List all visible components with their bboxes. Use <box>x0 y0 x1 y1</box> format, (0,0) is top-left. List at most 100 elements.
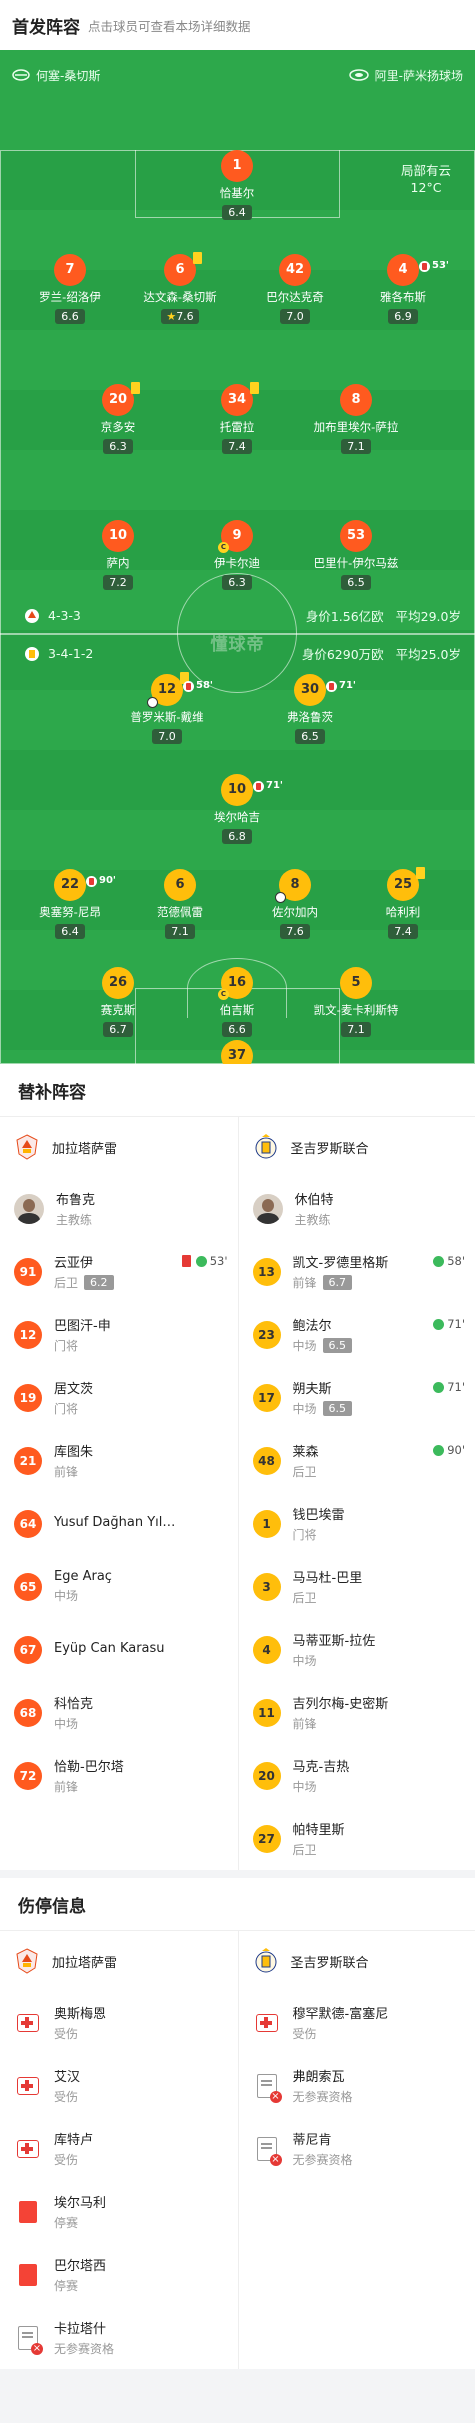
player-marker[interactable]: 6 达文森-桑切斯 ★7.6 <box>132 252 228 324</box>
sub-player-position: 前锋 <box>292 1717 317 1731</box>
sub-player-info: 马蒂亚斯-拉佐 中场 <box>293 1630 376 1669</box>
player-rating: ★7.6 <box>161 309 199 324</box>
player-number: 27 <box>252 1824 281 1853</box>
captain-icon: C <box>218 542 229 553</box>
sub-player-row[interactable]: 13 凯文-罗德里格斯 前锋 6.7 58' <box>239 1240 475 1303</box>
injury-type-icon <box>14 2324 43 2355</box>
subs-title: 替补阵容 <box>18 1082 86 1103</box>
sub-player-info: 科恰克 中场 <box>54 1693 93 1732</box>
player-marker[interactable]: 20 京多安 6.3 <box>70 382 166 454</box>
sub-player-row[interactable]: 12 巴图汗-申 门将 <box>0 1303 238 1366</box>
ineligible-doc-icon <box>256 2073 282 2103</box>
sub-player-name: 鲍法尔 <box>292 1319 332 1334</box>
sub-player-name: 科恰克 <box>54 1697 94 1712</box>
player-marker[interactable]: 10 71' 埃尔哈吉 6.8 <box>189 774 285 844</box>
sub-in-icon <box>433 1381 445 1393</box>
sub-player-name: 钱巴埃雷 <box>292 1508 345 1523</box>
injury-row[interactable]: 巴尔塔西 停赛 <box>0 2243 238 2306</box>
sub-player-name: Eyüp Can Karasu <box>54 1640 165 1656</box>
injury-status: 无参赛资格 <box>292 2153 353 2167</box>
injury-row[interactable]: 库特卢 受伤 <box>0 2117 238 2180</box>
player-name: 萨内 <box>106 556 130 570</box>
red-card-icon <box>19 2200 37 2223</box>
sub-player-meta: 门将 <box>293 1526 345 1543</box>
sub-player-row[interactable]: 23 鲍法尔 中场 6.5 71' <box>239 1303 475 1366</box>
player-marker[interactable]: 22 90' 奥塞努-尼昂 6.4 <box>22 869 118 939</box>
sub-player-row[interactable]: 48 莱森 后卫 90' <box>239 1429 475 1492</box>
sub-player-name: 马马杜-巴里 <box>292 1571 363 1586</box>
player-marker[interactable]: 8 佐尔加内 7.6 <box>247 869 343 939</box>
player-name: 达文森-桑切斯 <box>143 290 217 304</box>
sub-player-row[interactable]: 1 钱巴埃雷 门将 <box>239 1492 475 1555</box>
sub-player-row[interactable]: 27 帕特里斯 后卫 <box>239 1807 475 1870</box>
sub-player-name: 库图朱 <box>54 1445 94 1460</box>
away-coach-row[interactable]: 休伯特 主教练 <box>239 1177 475 1240</box>
player-marker[interactable]: 8 加布里埃尔-萨拉 7.1 <box>308 384 404 454</box>
injury-row[interactable]: 卡拉塔什无参赛资格 <box>0 2306 238 2369</box>
sub-player-row[interactable]: 4 马蒂亚斯-拉佐 中场 <box>239 1618 475 1681</box>
player-name: 伊卡尔迪 <box>214 556 260 570</box>
player-marker[interactable]: 42 巴尔达克奇 7.0 <box>247 254 343 324</box>
sub-player-position: 中场 <box>292 1339 317 1353</box>
player-rating-wrap: 6.4 <box>189 201 285 220</box>
player-marker[interactable]: 7 罗兰-绍洛伊 6.6 <box>22 254 118 324</box>
player-marker[interactable]: 12 58' 普罗米斯-戴维 7.0 <box>119 672 215 744</box>
captain-icon: C <box>218 989 229 1000</box>
injury-row[interactable]: 蒂尼肯无参赛资格 <box>239 2117 475 2180</box>
player-marker[interactable]: 37舍尔彭6.7 <box>189 1040 285 1064</box>
player-name: 埃尔哈吉 <box>214 810 260 824</box>
sub-player-name: 帕特里斯 <box>292 1823 345 1838</box>
sub-player-rating: 6.5 <box>322 1338 353 1353</box>
player-number: 91 <box>14 1257 42 1286</box>
player-rating: 7.2 <box>103 575 133 590</box>
home-coach-row[interactable]: 布鲁克 主教练 <box>0 1177 238 1240</box>
sub-player-row[interactable]: 17 朔夫斯 中场 6.5 71' <box>239 1366 475 1429</box>
rating-value: 6.6 <box>228 1023 246 1036</box>
sub-player-row[interactable]: 19 居文茨 门将 <box>0 1366 238 1429</box>
injury-type-icon <box>253 2072 282 2103</box>
player-marker[interactable]: 30 71' 弗洛鲁茨 6.5 <box>262 674 358 744</box>
sub-player-row[interactable]: 65 Ege Araç 中场 <box>0 1555 238 1618</box>
player-marker[interactable]: 4 53' 雅各布斯 6.9 <box>355 254 451 324</box>
injury-type-icon <box>14 2198 42 2226</box>
sub-player-row[interactable]: 72 恰勒-巴尔塔 前锋 <box>0 1744 238 1807</box>
player-rating: 6.4 <box>222 205 252 220</box>
player-number: 11 <box>252 1698 281 1727</box>
sub-player-row[interactable]: 20 马克-吉热 中场 <box>239 1744 475 1807</box>
injury-type-icon <box>14 2135 42 2163</box>
player-marker[interactable]: 10 萨内 7.2 <box>70 520 166 590</box>
player-marker[interactable]: 53 巴里什-伊尔马兹 6.5 <box>308 520 404 590</box>
sub-player-row[interactable]: 68 科恰克 中场 <box>0 1681 238 1744</box>
sub-player-name: Yusuf Dağhan Yıldız <box>54 1514 179 1530</box>
player-rating: 7.1 <box>341 439 371 454</box>
player-marker[interactable]: 1 恰基尔 6.4 <box>189 150 285 220</box>
injury-row[interactable]: 奥斯梅恩 受伤 <box>0 1991 238 2054</box>
player-marker[interactable]: 6 范德佩雷 7.1 <box>132 869 228 939</box>
injury-type-icon <box>253 2009 281 2037</box>
player-marker[interactable]: 25 哈利利 7.4 <box>355 867 451 939</box>
injury-info: 埃尔马利 停赛 <box>54 2192 106 2231</box>
sub-player-position: 前锋 <box>54 1465 79 1479</box>
sub-player-row[interactable]: 11 吉列尔梅-史密斯 前锋 <box>239 1681 475 1744</box>
sub-player-row[interactable]: 21 库图朱 前锋 <box>0 1429 238 1492</box>
injury-row[interactable]: 穆罕默德-富塞尼 受伤 <box>239 1991 475 2054</box>
sub-player-row[interactable]: 67 Eyüp Can Karasu <box>0 1618 238 1681</box>
sub-event: 58' <box>183 670 213 702</box>
player-number-circle: 53 <box>340 520 372 552</box>
injury-row[interactable]: 埃尔马利 停赛 <box>0 2180 238 2243</box>
player-rating: 6.7 <box>103 1022 133 1037</box>
player-marker[interactable]: 34 托雷拉 7.4 <box>189 382 285 454</box>
sub-player-row[interactable]: 64 Yusuf Dağhan Yıldız <box>0 1492 238 1555</box>
player-marker[interactable]: 26 赛克斯 6.7 <box>70 967 166 1037</box>
injury-row[interactable]: 弗朗索瓦无参赛资格 <box>239 2054 475 2117</box>
sub-player-row[interactable]: 91 云亚伊 后卫 6.2 53' <box>0 1240 238 1303</box>
player-marker[interactable]: 5 凯文-麦卡利斯特 7.1 <box>308 967 404 1037</box>
injuries-home-team-name: 加拉塔萨雷 <box>52 1955 118 1971</box>
sub-player-row[interactable]: 3 马马杜-巴里 后卫 <box>239 1555 475 1618</box>
player-marker[interactable]: 9 C 伊卡尔迪 6.3 <box>189 520 285 590</box>
sub-player-name: 凯文-罗德里格斯 <box>292 1256 389 1271</box>
subs-home-column: 加拉塔萨雷 布鲁克 主教练 91 云亚伊 后卫 6.2 53' 12 巴图汗-申 门将 19 居文茨… <box>0 1117 238 1870</box>
injury-row[interactable]: 艾汉 受伤 <box>0 2054 238 2117</box>
player-marker[interactable]: 16 C 伯吉斯 6.6 <box>189 967 285 1037</box>
injury-type-icon <box>14 2009 42 2037</box>
